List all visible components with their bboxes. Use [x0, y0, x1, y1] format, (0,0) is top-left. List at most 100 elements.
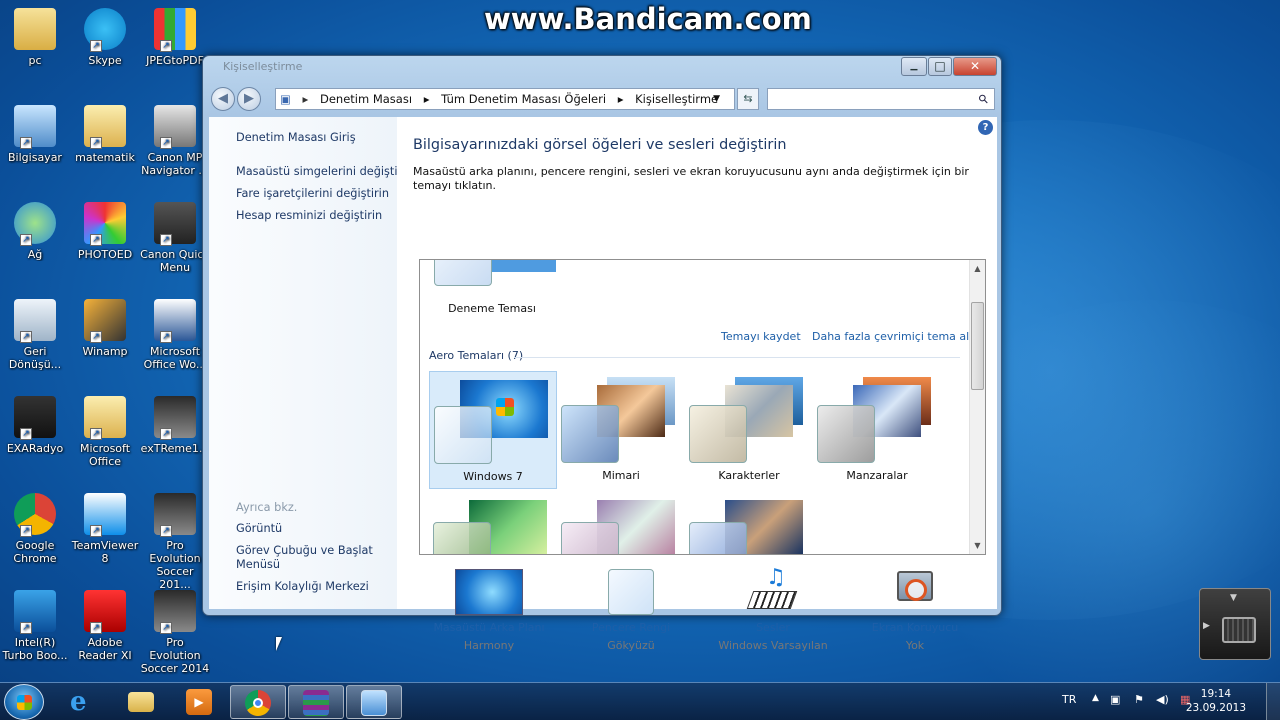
- sounds-setting[interactable]: ♫ Sesler Windows Varsayılan: [703, 565, 843, 652]
- clock[interactable]: 19:14 23.09.2013: [1186, 687, 1246, 715]
- refresh-button[interactable]: ⇆: [737, 88, 759, 110]
- window-color-setting[interactable]: Pencere Rengi Gökyüzü: [561, 569, 701, 652]
- scroll-up-icon[interactable]: ▲: [970, 264, 985, 273]
- chevron-right-icon[interactable]: ▶: [1203, 621, 1210, 631]
- theme-item-custom[interactable]: Deneme Teması: [428, 260, 556, 320]
- theme-list-scrollbar[interactable]: ▲ ▼: [969, 260, 985, 554]
- theme-item-architecture[interactable]: Mimari: [557, 371, 685, 489]
- desktop-icon[interactable]: ↗ JPEGtoPDF: [140, 8, 210, 67]
- windows-logo-icon: [496, 398, 514, 416]
- shortcut-arrow-icon: ↗: [160, 137, 172, 149]
- theme-color-swatch: [434, 260, 492, 286]
- screensaver-setting[interactable]: Ekran Koruyucu Yok: [845, 569, 985, 652]
- taskbar-start-menu-link[interactable]: Görev Çubuğu ve Başlat Menüsü: [236, 544, 376, 572]
- breadcrumb-item[interactable]: Tüm Denetim Masası Öğeleri: [441, 92, 606, 106]
- theme-item[interactable]: [685, 494, 813, 554]
- desktop-icon[interactable]: ↗ Ağ: [0, 202, 70, 261]
- theme-color-swatch: [433, 522, 491, 554]
- save-theme-link[interactable]: Temayı kaydet: [721, 330, 801, 343]
- scroll-down-icon[interactable]: ▼: [970, 541, 985, 550]
- shortcut-arrow-icon: ↗: [90, 525, 102, 537]
- desktop-icon[interactable]: ↗ PHOTOED: [70, 202, 140, 261]
- search-input[interactable]: ⚲: [767, 88, 995, 110]
- taskbar-winrar-button[interactable]: [288, 685, 344, 719]
- screensaver-label[interactable]: Ekran Koruyucu: [845, 621, 985, 634]
- desktop-icon[interactable]: ↗ Bilgisayar: [0, 105, 70, 164]
- theme-color-swatch: [689, 405, 747, 463]
- bandicam-recorder-widget[interactable]: ▼ ▶: [1199, 588, 1271, 660]
- mouse-pointers-link[interactable]: Fare işaretçilerini değiştirin: [236, 187, 389, 201]
- desktop-icon[interactable]: ↗ Pro Evolution Soccer 2014: [140, 590, 210, 675]
- clock-time: 19:14: [1200, 688, 1232, 700]
- word-icon: ↗: [154, 299, 196, 343]
- minimize-button[interactable]: ▁: [901, 57, 927, 76]
- desktop-icon[interactable]: ↗ Geri Dönüşü...: [0, 299, 70, 371]
- close-button[interactable]: ✕: [953, 57, 997, 76]
- forward-button[interactable]: ▶: [237, 87, 261, 111]
- volume-icon[interactable]: ◀): [1156, 693, 1169, 706]
- help-icon[interactable]: ?: [978, 120, 993, 135]
- desktop-background-label[interactable]: Masaüstü Arka Planı: [419, 621, 559, 634]
- desktop-icon[interactable]: ↗ Microsoft Office: [70, 396, 140, 468]
- theme-item-landscapes[interactable]: Manzaralar: [813, 371, 941, 489]
- desktop-icon[interactable]: ↗ EXARadyo: [0, 396, 70, 455]
- folder-icon: [128, 692, 154, 712]
- display-link[interactable]: Görüntü: [236, 522, 282, 536]
- flag-icon[interactable]: ⚑: [1134, 693, 1144, 706]
- show-desktop-button[interactable]: [1266, 683, 1280, 720]
- desktop-icon[interactable]: ↗ Canon Quick Menu: [140, 202, 210, 274]
- show-hidden-icons-icon[interactable]: ▲: [1092, 693, 1099, 703]
- desktop-icon[interactable]: ↗ Skype: [70, 8, 140, 67]
- search-icon[interactable]: ⚲: [976, 91, 992, 107]
- breadcrumb-item[interactable]: Denetim Masası: [320, 92, 412, 106]
- theme-item[interactable]: [429, 494, 557, 554]
- desktop-icon[interactable]: ↗ TeamViewer 8: [70, 493, 140, 565]
- personalization-window[interactable]: Kişiselleştirme ▁ □ ✕ ◀ ▶ ▣ ▸ Denetim Ma…: [202, 55, 1002, 652]
- desktop-icon[interactable]: ↗ Pro Evolution Soccer 201...: [140, 493, 210, 591]
- desktop-icon[interactable]: pc: [0, 8, 70, 67]
- theme-item[interactable]: [557, 494, 685, 554]
- main-content: ? Bilgisayarınızdaki görsel öğeleri ve s…: [397, 117, 997, 652]
- address-dropdown-icon[interactable]: ▼: [713, 89, 720, 109]
- language-indicator[interactable]: TR: [1062, 693, 1076, 706]
- desktop-icon[interactable]: ↗ exTReme1...: [140, 396, 210, 455]
- start-button[interactable]: [4, 684, 44, 720]
- section-divider: [514, 357, 960, 358]
- theme-item-characters[interactable]: Karakterler: [685, 371, 813, 489]
- desktop-icon[interactable]: ↗ Intel(R) Turbo Boo...: [0, 590, 70, 662]
- desktop-background-setting[interactable]: Masaüstü Arka Planı Harmony: [419, 569, 559, 652]
- back-button[interactable]: ◀: [211, 87, 235, 111]
- device-icon[interactable]: ▣: [1110, 693, 1120, 706]
- shortcut-arrow-icon: ↗: [20, 331, 32, 343]
- address-bar[interactable]: ▣ ▸ Denetim Masası ▸ Tüm Denetim Masası …: [275, 88, 735, 110]
- maximize-button[interactable]: □: [928, 57, 952, 76]
- account-picture-link[interactable]: Hesap resminizi değiştirin: [236, 209, 382, 223]
- sounds-label[interactable]: Sesler: [703, 621, 843, 634]
- scrollbar-thumb[interactable]: [971, 302, 984, 390]
- control-panel-home-link[interactable]: Denetim Masası Giriş: [236, 131, 356, 145]
- computer-icon: ↗: [14, 105, 56, 149]
- desktop-icon[interactable]: ↗ matematik: [70, 105, 140, 164]
- desktop-icons-link[interactable]: Masaüstü simgelerini değiştirin: [236, 165, 412, 179]
- desktop-icon[interactable]: ↗ Adobe Reader XI: [70, 590, 140, 662]
- taskbar-explorer-button[interactable]: [114, 685, 170, 719]
- taskbar-media-player-button[interactable]: ▶: [172, 685, 228, 719]
- desktop-icon-label: Ağ: [27, 248, 43, 261]
- get-more-themes-link[interactable]: Daha fazla çevrimiçi tema al: [812, 330, 969, 343]
- desktop-icon[interactable]: ↗ Winamp: [70, 299, 140, 358]
- taskbar-chrome-button[interactable]: [230, 685, 286, 719]
- breadcrumb-item[interactable]: Kişiselleştirme: [635, 92, 718, 106]
- window-color-label[interactable]: Pencere Rengi: [561, 621, 701, 634]
- pes-icon: ↗: [154, 396, 196, 440]
- taskbar-ie-button[interactable]: e: [56, 685, 112, 719]
- radio-icon: ↗: [14, 396, 56, 440]
- window-title: Kişiselleştirme: [223, 60, 303, 73]
- desktop-icon[interactable]: ↗ Google Chrome: [0, 493, 70, 565]
- theme-item-windows7[interactable]: Windows 7: [429, 371, 557, 489]
- taskbar-control-panel-button[interactable]: [346, 685, 402, 719]
- desktop-icon-label: Geri Dönüşü...: [8, 345, 62, 371]
- ease-of-access-link[interactable]: Erişim Kolaylığı Merkezi: [236, 580, 369, 594]
- desktop-icon[interactable]: ↗ Canon MP Navigator ...: [140, 105, 210, 177]
- chevron-down-icon[interactable]: ▼: [1230, 593, 1237, 603]
- desktop-icon[interactable]: ↗ Microsoft Office Wo...: [140, 299, 210, 371]
